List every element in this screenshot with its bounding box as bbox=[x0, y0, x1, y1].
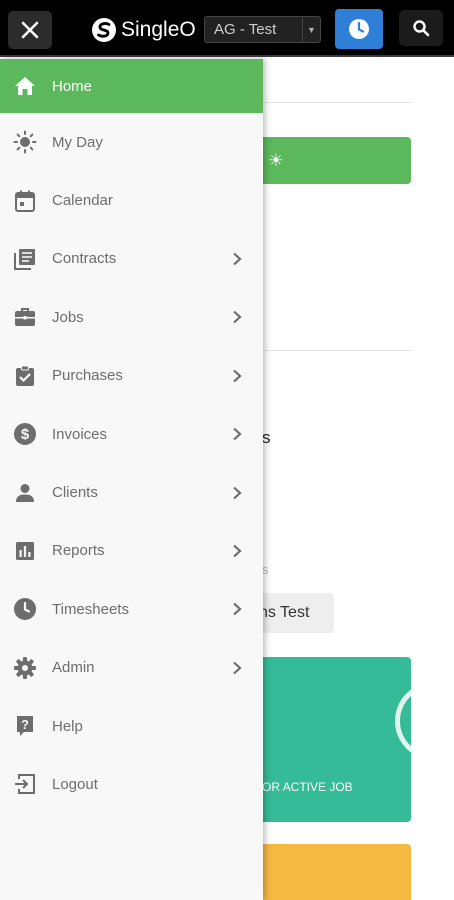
calendar-icon bbox=[13, 189, 37, 213]
svg-text:$: $ bbox=[21, 426, 30, 443]
menu-item-label: Reports bbox=[52, 542, 105, 560]
chevron-down-icon: ▼ bbox=[302, 17, 320, 42]
menu-item-timesheets[interactable]: Timesheets bbox=[0, 580, 263, 638]
singleops-logo-icon bbox=[92, 18, 116, 42]
logout-icon bbox=[13, 772, 37, 796]
menu-item-label: Logout bbox=[52, 775, 98, 793]
menu-item-label: Purchases bbox=[52, 367, 123, 385]
menu-item-my-day[interactable]: My Day bbox=[0, 113, 263, 171]
dollar-icon: $ bbox=[13, 422, 37, 446]
menu-item-label: Jobs bbox=[52, 308, 84, 326]
menu-item-label: Invoices bbox=[52, 425, 108, 443]
person-icon bbox=[13, 481, 37, 505]
chevron-right-icon bbox=[233, 486, 242, 499]
home-icon bbox=[13, 74, 37, 98]
clock-in-button[interactable] bbox=[335, 9, 383, 49]
chevron-right-icon bbox=[233, 369, 242, 383]
side-menu-drawer: Home My Day Calendar Contracts Jobs Purc… bbox=[0, 59, 263, 900]
menu-item-invoices[interactable]: $ Invoices bbox=[0, 405, 263, 463]
menu-item-label: My Day bbox=[52, 133, 103, 151]
divider bbox=[262, 102, 411, 103]
timer-ring-icon bbox=[395, 682, 454, 760]
chevron-right-icon bbox=[233, 252, 242, 266]
chevron-right-icon bbox=[233, 311, 242, 324]
menu-item-admin[interactable]: Admin bbox=[0, 639, 263, 697]
menu-item-label: Calendar bbox=[52, 192, 113, 210]
menu-item-label: Timesheets bbox=[52, 600, 129, 618]
divider bbox=[262, 350, 411, 351]
chevron-right-icon bbox=[233, 603, 242, 616]
chevron-right-icon bbox=[233, 661, 242, 675]
clock-icon bbox=[349, 19, 369, 39]
sun-icon bbox=[13, 130, 37, 154]
top-bar: SingleO AG - Test ▼ bbox=[0, 0, 454, 57]
menu-item-home[interactable]: Home bbox=[0, 59, 263, 113]
chevron-right-icon bbox=[233, 544, 242, 558]
menu-item-label: Clients bbox=[52, 484, 98, 502]
clipboard-check-icon bbox=[13, 364, 37, 388]
menu-item-calendar[interactable]: Calendar bbox=[0, 171, 263, 229]
company-select[interactable]: AG - Test ▼ bbox=[204, 16, 321, 43]
section-heading: s bbox=[262, 428, 271, 447]
menu-item-help[interactable]: ? Help bbox=[0, 697, 263, 755]
search-button[interactable] bbox=[399, 10, 443, 46]
menu-item-clients[interactable]: Clients bbox=[0, 463, 263, 521]
close-icon bbox=[21, 21, 39, 39]
company-select-value: AG - Test bbox=[214, 21, 277, 38]
menu-item-jobs[interactable]: Jobs bbox=[0, 288, 263, 346]
menu-item-label: Home bbox=[52, 77, 93, 95]
company-chip-text: ns Test bbox=[259, 604, 310, 621]
menu-item-label: Help bbox=[52, 717, 83, 735]
menu-item-contracts[interactable]: Contracts bbox=[0, 230, 263, 288]
active-job-label: OR ACTIVE JOB bbox=[262, 780, 353, 794]
help-icon: ? bbox=[13, 714, 37, 738]
svg-text:?: ? bbox=[21, 717, 29, 732]
chevron-right-icon bbox=[233, 427, 242, 441]
bar-chart-icon bbox=[13, 539, 37, 563]
clock-icon bbox=[13, 597, 37, 621]
brand-logo[interactable]: SingleO bbox=[90, 15, 204, 45]
briefcase-icon bbox=[13, 305, 37, 329]
contracts-icon bbox=[13, 247, 37, 271]
brand-name: SingleO bbox=[121, 18, 196, 41]
search-icon bbox=[413, 20, 430, 37]
menu-item-reports[interactable]: Reports bbox=[0, 522, 263, 580]
close-menu-button[interactable] bbox=[8, 11, 52, 49]
menu-item-label: Admin bbox=[52, 659, 95, 677]
menu-item-logout[interactable]: Logout bbox=[0, 755, 263, 813]
menu-item-purchases[interactable]: Purchases bbox=[0, 347, 263, 405]
menu-item-label: Contracts bbox=[52, 250, 117, 268]
gear-icon bbox=[13, 656, 37, 680]
